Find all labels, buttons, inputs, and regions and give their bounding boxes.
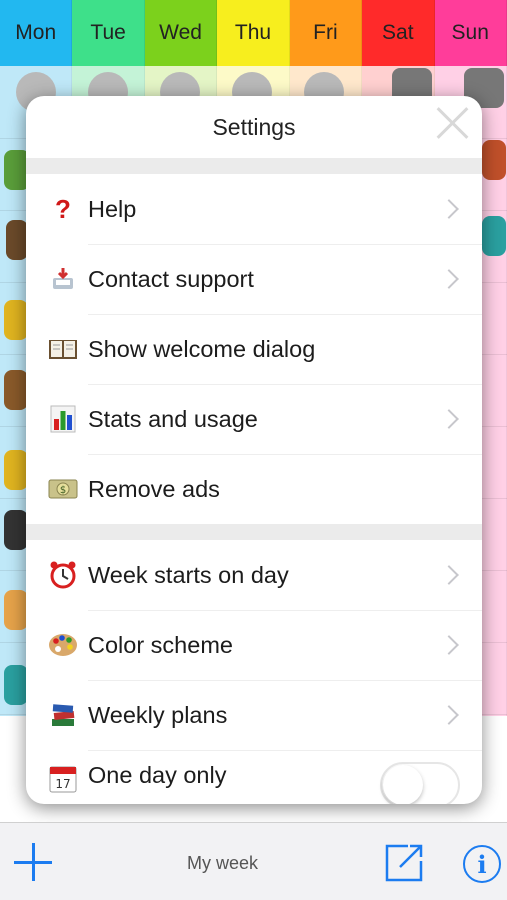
day-tue[interactable]: Tue [72,0,145,66]
chevron-right-icon [439,199,459,219]
settings-item-label: Help [88,195,137,222]
svg-text:$: $ [60,485,66,496]
settings-item-weekly-plans[interactable]: Weekly plans [26,680,482,750]
meal-task-icon[interactable] [4,590,28,630]
chevron-right-icon [439,565,459,585]
bus-task-icon[interactable] [4,450,28,490]
settings-item-contact-support[interactable]: Contact support [26,244,482,314]
settings-dialog: Settings ? Help Contact support Show wel… [26,96,482,804]
settings-item-remove-ads[interactable]: $ Remove ads [26,454,482,524]
settings-item-help[interactable]: ? Help [26,174,482,244]
palette-icon [46,628,80,662]
person-task-icon[interactable] [6,220,28,260]
day-thu[interactable]: Thu [217,0,290,66]
settings-header: Settings [26,96,482,158]
books-icon [46,698,80,732]
inbox-tray-icon [46,262,80,296]
info-icon[interactable]: i [463,845,501,883]
settings-item-show-welcome-dialog[interactable]: Show welcome dialog [26,314,482,384]
settings-title: Settings [212,113,296,140]
svg-text:17: 17 [55,777,70,791]
chevron-right-icon [439,705,459,725]
share-icon[interactable] [384,843,424,883]
bed-task-icon[interactable] [4,665,28,705]
settings-item-one-day-only[interactable]: 17 One day only [26,750,482,804]
settings-item-label: Week starts on day [88,561,289,588]
dollar-banknote-icon: $ [46,472,80,506]
bed-task-icon[interactable] [482,216,506,256]
open-book-icon [46,332,80,366]
question-mark-icon: ? [55,193,71,224]
settings-item-label: Stats and usage [88,405,258,432]
section-separator [26,524,482,540]
settings-item-label: Remove ads [88,475,220,502]
chevron-right-icon [439,635,459,655]
bar-chart-icon [46,402,80,436]
books-task-icon[interactable] [4,370,28,410]
chevron-right-icon [439,269,459,289]
settings-item-label: Contact support [88,265,254,292]
section-separator [26,158,482,174]
day-mon[interactable]: Mon [0,0,73,66]
day-header: Mon Tue Wed Thu Fri Sat Sun [0,0,507,66]
settings-item-label: Color scheme [88,631,233,658]
calendar-icon: 17 [46,762,80,796]
day-fri[interactable]: Fri [289,0,363,66]
alarm-clock-icon [46,558,80,592]
chevron-right-icon [439,409,459,429]
close-icon[interactable] [432,102,472,142]
settings-item-label: Weekly plans [88,701,228,728]
day-sun[interactable]: Sun [434,0,507,66]
food-task-icon[interactable] [482,140,506,180]
week-title: My week [186,853,258,873]
one-day-only-toggle[interactable] [380,762,460,804]
settings-item-week-starts-on-day[interactable]: Week starts on day [26,540,482,610]
bus-task-icon[interactable] [4,300,28,340]
add-icon[interactable] [14,843,52,881]
settings-item-stats-and-usage[interactable]: Stats and usage [26,384,482,454]
day-sat[interactable]: Sat [362,0,435,66]
dog-task-icon[interactable] [4,510,28,550]
day-wed[interactable]: Wed [144,0,218,66]
settings-item-label: Show welcome dialog [88,335,316,362]
settings-item-color-scheme[interactable]: Color scheme [26,610,482,680]
toggle-knob [383,765,423,804]
bottom-toolbar: My week i [0,822,507,900]
settings-item-label: One day only [88,762,227,788]
